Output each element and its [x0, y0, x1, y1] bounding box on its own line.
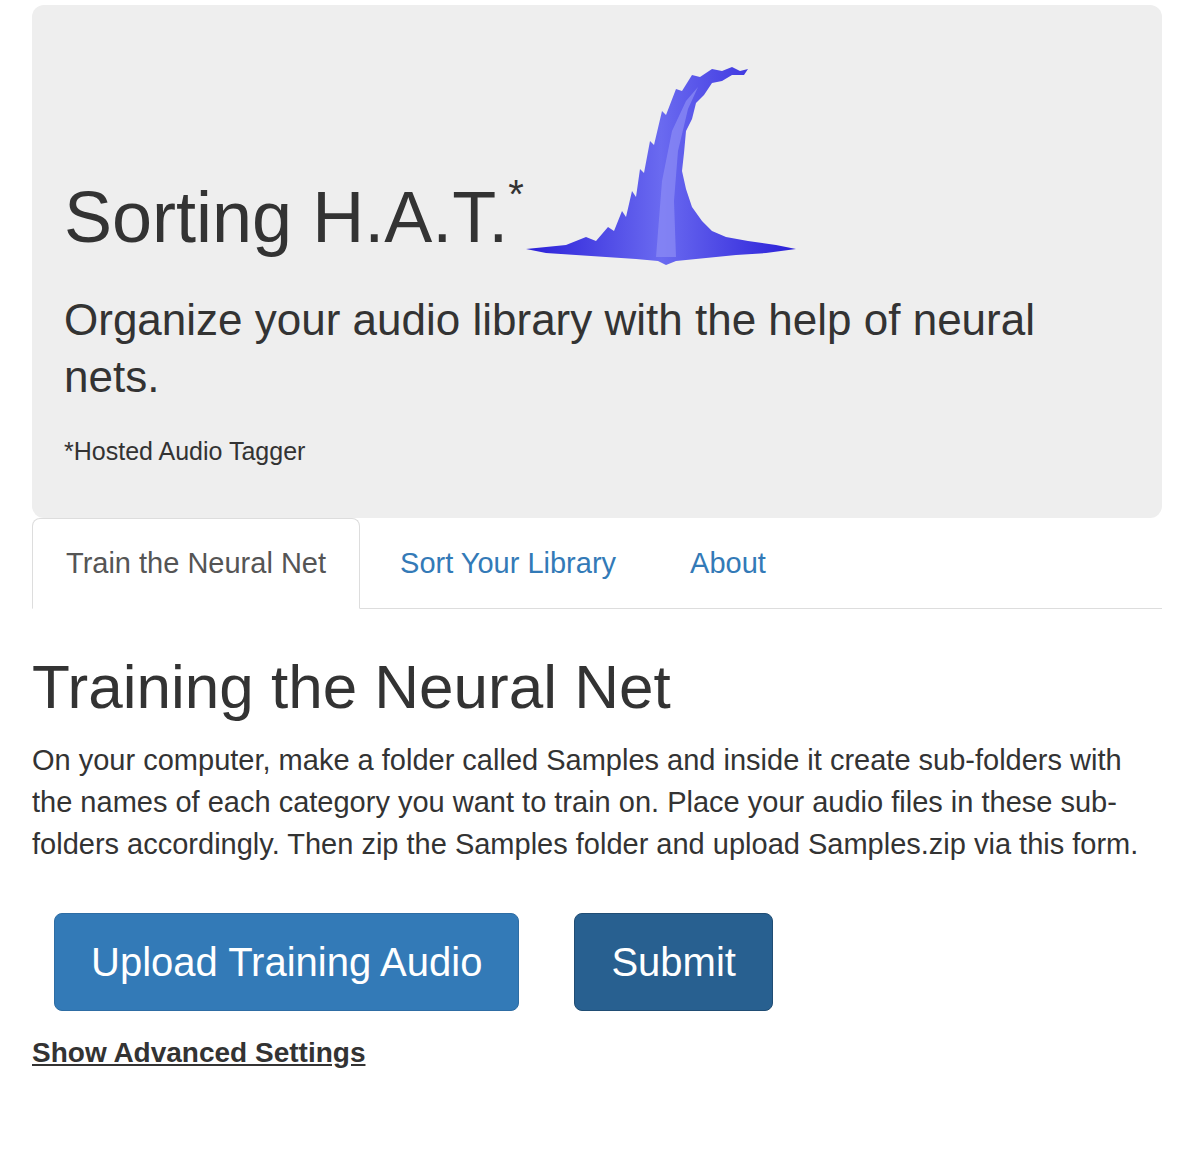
tab[interactable]: Sort Your Library: [366, 518, 650, 609]
submit-button[interactable]: Submit: [574, 913, 773, 1011]
page: Sorting H.A.T.* Organize your audio libra…: [0, 0, 1188, 1109]
footnote: *Hosted Audio Tagger: [64, 435, 1130, 468]
header-banner: Sorting H.A.T.* Organize your audio libra…: [32, 5, 1162, 518]
app-title: Sorting H.A.T.*: [64, 178, 524, 257]
title-row: Sorting H.A.T.*: [64, 61, 1130, 271]
subtitle: Organize your audio library with the hel…: [64, 291, 1130, 405]
upload-button[interactable]: Upload Training Audio: [54, 913, 519, 1011]
tab[interactable]: Train the Neural Net: [32, 518, 360, 609]
tab[interactable]: About: [656, 518, 800, 609]
button-row: Upload Training Audio Submit: [54, 913, 1162, 1011]
title-mark: *: [508, 172, 524, 216]
wave-hat-logo-icon: [526, 61, 796, 271]
advanced-settings-link[interactable]: Show Advanced Settings: [32, 1037, 365, 1069]
instructions: On your computer, make a folder called S…: [32, 739, 1162, 865]
tab-bar: Train the Neural NetSort Your LibraryAbo…: [32, 518, 1162, 609]
section-heading: Training the Neural Net: [32, 653, 1162, 721]
